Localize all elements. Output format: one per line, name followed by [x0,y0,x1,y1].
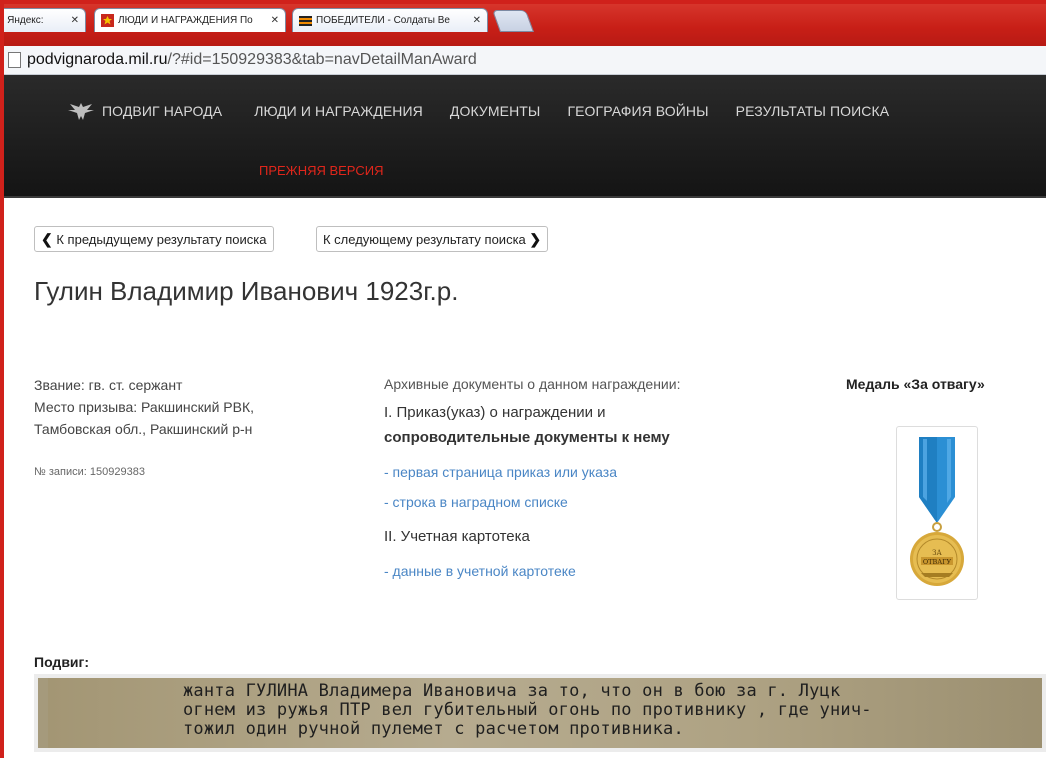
archive-documents: Архивные документы о данном награждении:… [384,376,814,579]
draft-region-text: Тамбовская обл., Ракшинский р-н [34,421,253,437]
feat-document-text: жанта ГУЛИНА Владимера Ивановича за то, … [183,681,872,739]
rank-text: Звание: гв. ст. сержант [34,377,183,393]
site-navigation: ПОДВИГ НАРОДА ЛЮДИ И НАГРАЖДЕНИЯ ДОКУМЕН… [4,75,1046,198]
tab-label: ЛЮДИ И НАГРАЖДЕНИЯ По [118,15,253,26]
draft-place-text: Место призыва: Ракшинский РВК, [34,399,254,415]
next-result-button[interactable]: К следующему результату поиска ❯ [316,226,549,252]
tab-label: - Яндекс: [1,15,44,26]
nav-people-awards[interactable]: ЛЮДИ И НАГРАЖДЕНИЯ [254,103,423,119]
section-card-index: II. Учетная картотека [384,528,530,545]
browser-tab-strip: - Яндекс: ✕ ЛЮДИ И НАГРАЖДЕНИЯ По ✕ ПОБЕ… [0,0,1046,46]
close-icon[interactable]: ✕ [473,15,481,26]
new-tab-button[interactable] [491,10,535,32]
record-number: № записи: 150929383 [34,466,145,478]
link-order-first-page[interactable]: - первая страница приказ или указа [384,464,814,480]
chevron-right-icon: ❯ [529,230,542,247]
main-content: ❮ К предыдущему результату поиска К след… [4,198,1046,758]
nav-war-geography[interactable]: ГЕОГРАФИЯ ВОЙНЫ [567,103,708,119]
nav-search-results[interactable]: РЕЗУЛЬТАТЫ ПОИСКА [736,103,890,119]
section-order: I. Приказ(указ) о награждении и сопровод… [384,404,670,446]
tab-label: ПОБЕДИТЕЛИ - Солдаты Ве [316,15,450,26]
nav-documents[interactable]: ДОКУМЕНТЫ [450,103,541,119]
medal-icon: ЗА ОТВАГУ [910,437,964,586]
svg-text:ОТВАГУ: ОТВАГУ [923,558,952,566]
chevron-left-icon: ❮ [41,230,53,247]
tab-winners[interactable]: ПОБЕДИТЕЛИ - Солдаты Ве ✕ [292,8,488,32]
page-title: Гулин Владимир Иванович 1923г.р. [34,276,459,306]
award-title: Медаль «За отвагу» [846,376,985,392]
tab-awards[interactable]: ЛЮДИ И НАГРАЖДЕНИЯ По ✕ [94,8,286,32]
person-info: Звание: гв. ст. сержант Место призыва: Р… [34,374,254,440]
link-award-list-line[interactable]: - строка в наградном списке [384,494,814,510]
nav-brand[interactable]: ПОДВИГ НАРОДА [102,103,222,119]
feat-document-image[interactable]: жанта ГУЛИНА Владимера Ивановича за то, … [34,674,1046,752]
site-logo[interactable]: ПОДВИГ НАРОДА [66,100,222,122]
feat-label: Подвиг: [34,654,90,670]
address-bar[interactable]: podvignaroda.mil.ru/?#id=150929383&tab=n… [4,46,1046,75]
page-icon [8,52,21,68]
link-card-index-data[interactable]: - данные в учетной картотеке [384,563,814,579]
svg-text:ЗА: ЗА [932,549,942,557]
documents-header: Архивные документы о данном награждении: [384,376,681,392]
ribbon-favicon-icon [299,14,312,27]
old-version-link[interactable]: ПРЕЖНЯЯ ВЕРСИЯ [259,163,383,178]
tab-yandex[interactable]: - Яндекс: ✕ [0,8,86,32]
url-text[interactable]: podvignaroda.mil.ru/?#id=150929383&tab=n… [27,51,477,69]
site-favicon-icon [101,14,114,27]
medal-image[interactable]: ЗА ОТВАГУ [896,426,978,600]
close-icon[interactable]: ✕ [271,15,279,26]
close-icon[interactable]: ✕ [71,15,79,26]
eagle-icon [68,103,94,120]
prev-result-button[interactable]: ❮ К предыдущему результату поиска [34,226,274,252]
